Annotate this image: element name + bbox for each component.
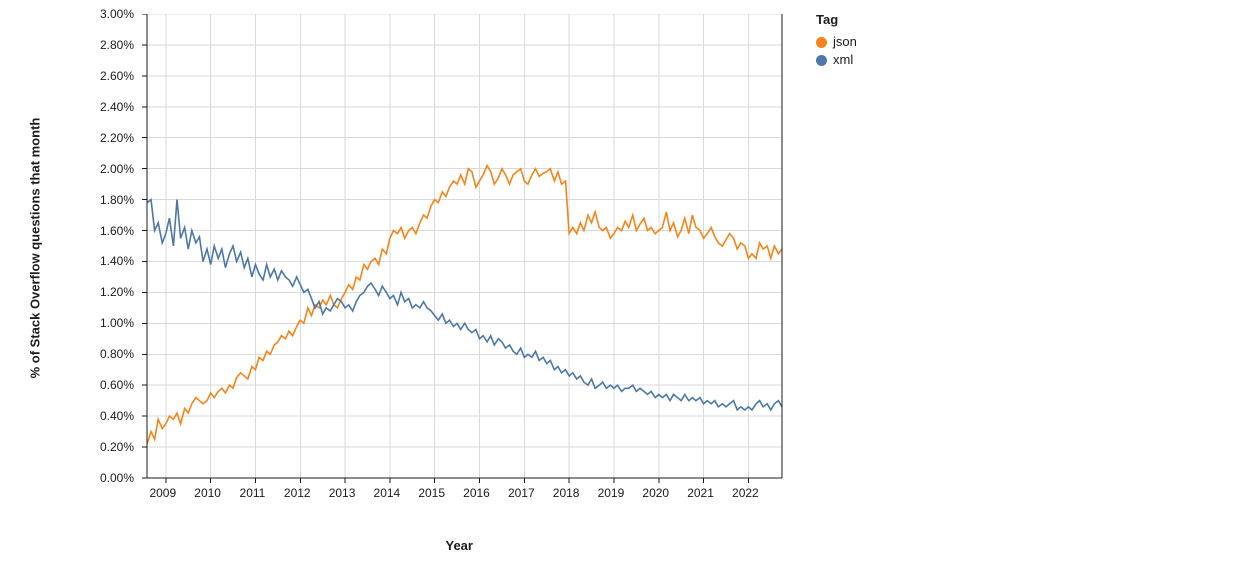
y-tick-label: 2.40%	[0, 100, 134, 114]
y-tick-label: 0.80%	[0, 347, 134, 361]
legend-label: xml	[833, 51, 853, 69]
y-tick-label: 1.80%	[0, 193, 134, 207]
x-axis-title: Year	[446, 538, 473, 553]
y-tick-label: 0.00%	[0, 471, 134, 485]
y-axis-title: % of Stack Overflow questions that month	[28, 118, 43, 379]
x-tick-label: 2016	[463, 486, 490, 500]
legend-swatch	[816, 55, 827, 66]
x-tick-label: 2017	[508, 486, 535, 500]
x-tick-label: 2022	[732, 486, 759, 500]
x-tick-label: 2018	[553, 486, 580, 500]
series-xml	[147, 200, 782, 410]
x-tick-label: 2019	[598, 486, 625, 500]
x-tick-label: 2020	[642, 486, 669, 500]
y-tick-label: 2.00%	[0, 162, 134, 176]
legend-swatch	[816, 37, 827, 48]
legend-label: json	[833, 33, 857, 51]
y-tick-label: 1.60%	[0, 224, 134, 238]
legend-item-xml[interactable]: xml	[816, 51, 857, 69]
legend: Tag jsonxml	[816, 12, 857, 69]
x-tick-label: 2014	[374, 486, 401, 500]
y-tick-label: 0.60%	[0, 378, 134, 392]
x-tick-label: 2013	[329, 486, 356, 500]
x-tick-label: 2021	[687, 486, 714, 500]
chart-frame: % of Stack Overflow questions that month…	[0, 0, 1238, 579]
y-tick-label: 1.20%	[0, 285, 134, 299]
series-json	[147, 166, 782, 444]
y-tick-label: 1.40%	[0, 254, 134, 268]
x-tick-label: 2009	[149, 486, 176, 500]
legend-title: Tag	[816, 12, 857, 27]
y-tick-label: 0.40%	[0, 409, 134, 423]
plot-area	[138, 14, 786, 485]
y-tick-label: 3.00%	[0, 7, 134, 21]
y-tick-label: 2.80%	[0, 38, 134, 52]
y-tick-label: 0.20%	[0, 440, 134, 454]
y-tick-label: 1.00%	[0, 316, 134, 330]
legend-item-json[interactable]: json	[816, 33, 857, 51]
y-tick-label: 2.20%	[0, 131, 134, 145]
x-tick-label: 2011	[240, 486, 266, 500]
x-tick-label: 2012	[284, 486, 311, 500]
x-tick-label: 2010	[194, 486, 221, 500]
y-tick-label: 2.60%	[0, 69, 134, 83]
x-tick-label: 2015	[418, 486, 445, 500]
